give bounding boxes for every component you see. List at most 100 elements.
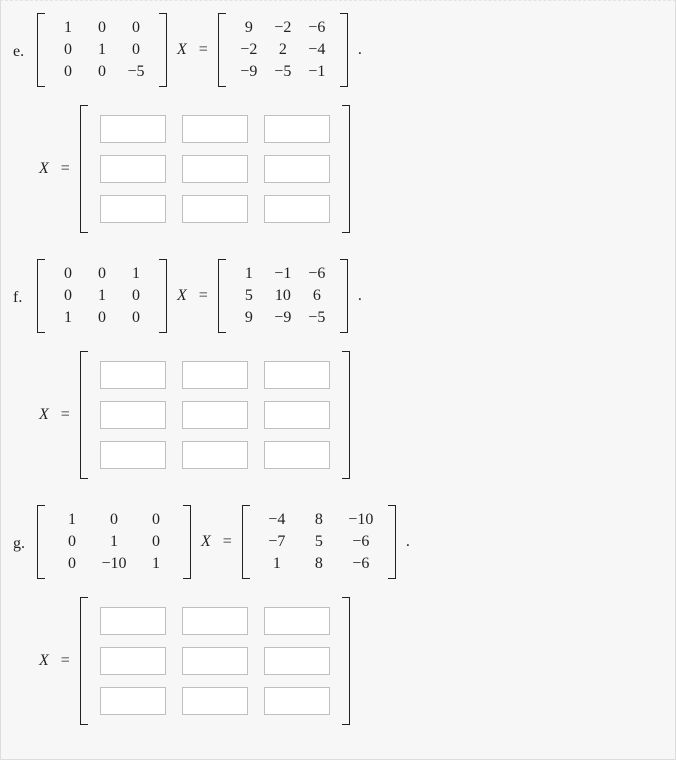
matrix-cell: 1: [232, 263, 266, 285]
matrix-cell-input[interactable]: [100, 155, 166, 183]
matrix-cell-input[interactable]: [264, 441, 330, 469]
problem: f.001010100X=1−1−651069−9−5.: [13, 259, 663, 333]
matrix-cell-input[interactable]: [182, 195, 248, 223]
matrix-cell: 0: [51, 39, 85, 61]
matrix-cell: 1: [256, 553, 298, 575]
matrix-cell: 1: [51, 509, 93, 531]
answer-row: X=: [33, 597, 663, 725]
bracket-right: [388, 505, 396, 579]
matrix-row: −48−10: [256, 509, 382, 531]
matrix-cell-input[interactable]: [264, 115, 330, 143]
matrix-cell: −5: [266, 61, 300, 83]
matrix-cell-input[interactable]: [264, 401, 330, 429]
matrix-cell-input[interactable]: [100, 401, 166, 429]
problem-label: e.: [13, 13, 33, 61]
matrix-body: [88, 105, 342, 233]
matrix-body: 10001000−5: [45, 13, 159, 87]
matrix-cell: −6: [340, 553, 382, 575]
matrix-cell-input[interactable]: [100, 607, 166, 635]
bracket-right: [159, 13, 167, 87]
matrix-row: [92, 641, 338, 681]
equals-sign: =: [61, 406, 70, 424]
matrix-cell-input[interactable]: [264, 195, 330, 223]
matrix-row: 9−2−6: [232, 17, 334, 39]
answer-row: X=: [33, 105, 663, 233]
matrix-body: 001010100: [45, 259, 159, 333]
matrix-cell-input[interactable]: [264, 361, 330, 389]
answer-matrix: [80, 351, 350, 479]
matrix-cell-input[interactable]: [182, 607, 248, 635]
matrix-cell: 0: [51, 61, 85, 83]
matrix-row: 010: [51, 285, 153, 307]
matrix-cell-input[interactable]: [182, 155, 248, 183]
bracket-right: [183, 505, 191, 579]
matrix-cell: −1: [300, 61, 334, 83]
matrix-cell: −9: [232, 61, 266, 83]
equals-sign: =: [61, 652, 70, 670]
matrix-cell: 0: [135, 509, 177, 531]
matrix-cell: −5: [300, 307, 334, 329]
matrix-body: [88, 351, 342, 479]
matrix-cell: −5: [119, 61, 153, 83]
answer-matrix: [80, 597, 350, 725]
matrix-cell: 0: [119, 39, 153, 61]
matrix-cell-input[interactable]: [264, 155, 330, 183]
matrix-cell: 10: [266, 285, 300, 307]
matrix-cell-input[interactable]: [264, 687, 330, 715]
matrix-cell-input[interactable]: [264, 607, 330, 635]
matrix-cell-input[interactable]: [100, 195, 166, 223]
matrix-row: −9−5−1: [232, 61, 334, 83]
matrix-row: [92, 355, 338, 395]
matrix-cell-input[interactable]: [182, 361, 248, 389]
matrix-body: 1−1−651069−9−5: [226, 259, 340, 333]
equation: 1000100−101X=−48−10−75−618−6.: [33, 505, 416, 579]
matrix-cell-input[interactable]: [100, 441, 166, 469]
matrix-cell: 5: [232, 285, 266, 307]
matrix-cell-input[interactable]: [100, 115, 166, 143]
matrix: 1000100−101: [37, 505, 191, 579]
matrix-row: 1−1−6: [232, 263, 334, 285]
matrix-cell: 8: [298, 553, 340, 575]
matrix-row: 5106: [232, 285, 334, 307]
answer-row: X=: [33, 351, 663, 479]
matrix-cell: 0: [51, 553, 93, 575]
matrix-cell-input[interactable]: [182, 401, 248, 429]
equation: 001010100X=1−1−651069−9−5.: [33, 259, 368, 333]
matrix-cell: 2: [266, 39, 300, 61]
matrix-row: 9−9−5: [232, 307, 334, 329]
matrix-row: −22−4: [232, 39, 334, 61]
problem-label: g.: [13, 505, 33, 553]
variable-x: X: [177, 41, 187, 59]
matrix-cell: 1: [93, 531, 135, 553]
bracket-right: [340, 13, 348, 87]
matrix-cell: −7: [256, 531, 298, 553]
bracket-left: [80, 351, 88, 479]
matrix-cell-input[interactable]: [182, 441, 248, 469]
matrix-body: [88, 597, 342, 725]
variable-x: X: [39, 406, 49, 424]
matrix-cell-input[interactable]: [100, 647, 166, 675]
matrix-cell-input[interactable]: [182, 687, 248, 715]
matrix-cell-input[interactable]: [100, 687, 166, 715]
matrix: 001010100: [37, 259, 167, 333]
matrix-cell: 0: [51, 263, 85, 285]
matrix: 10001000−5: [37, 13, 167, 87]
bracket-left: [218, 13, 226, 87]
equals-sign: =: [223, 533, 232, 551]
matrix-cell: −4: [256, 509, 298, 531]
matrix-row: 0−101: [51, 553, 177, 575]
variable-x: X: [39, 652, 49, 670]
matrix-row: [92, 149, 338, 189]
matrix-cell-input[interactable]: [182, 647, 248, 675]
equals-sign: =: [199, 41, 208, 59]
equation: 10001000−5X=9−2−6−22−4−9−5−1.: [33, 13, 368, 87]
bracket-right: [342, 351, 350, 479]
variable-x: X: [39, 160, 49, 178]
matrix-row: 00−5: [51, 61, 153, 83]
matrix-cell: 1: [119, 263, 153, 285]
bracket-left: [218, 259, 226, 333]
matrix-cell-input[interactable]: [182, 115, 248, 143]
matrix-cell-input[interactable]: [264, 647, 330, 675]
matrix-cell-input[interactable]: [100, 361, 166, 389]
matrix-cell: 0: [51, 285, 85, 307]
